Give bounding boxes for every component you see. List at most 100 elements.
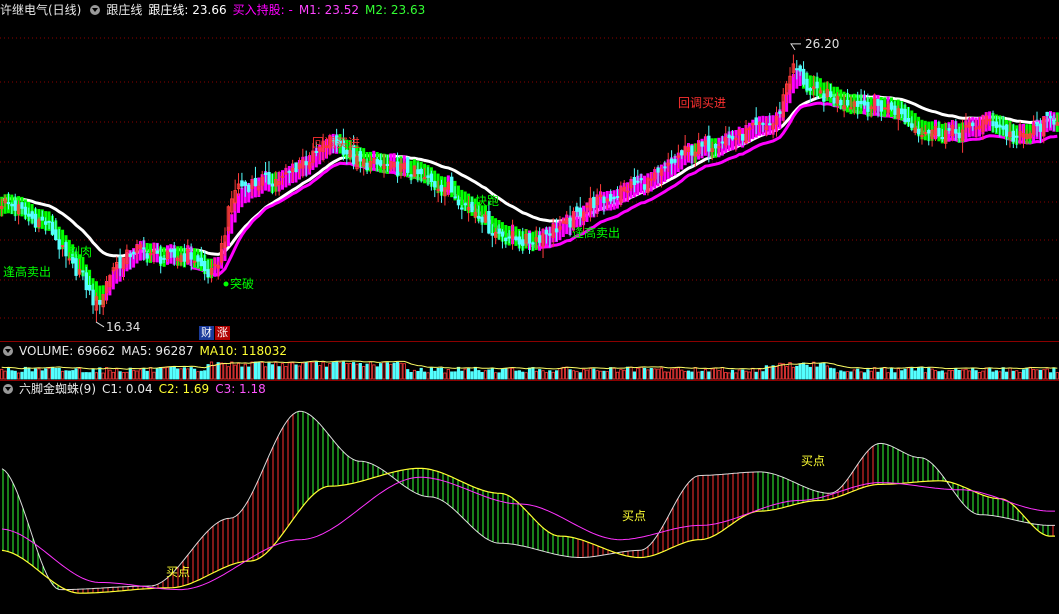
volume-bar — [91, 368, 95, 380]
volume-bar — [889, 367, 894, 380]
candle-body — [67, 258, 72, 261]
volume-bar — [294, 364, 298, 380]
candle-body — [625, 190, 630, 193]
volume-bar — [1045, 368, 1049, 380]
volume-bar — [998, 371, 1002, 380]
candle-body — [450, 176, 454, 193]
c2-line — [1, 410, 1055, 591]
volume-bar — [37, 368, 41, 380]
candle-body — [866, 101, 870, 112]
candle-body — [734, 137, 738, 140]
candle-body — [937, 127, 941, 137]
volume-bar — [869, 370, 873, 380]
volume-bar — [957, 369, 961, 380]
annotation-pullback-buy-1: 回调买进 — [312, 136, 360, 150]
volume-bar — [67, 370, 71, 380]
volume-bar — [1018, 371, 1022, 380]
volume-bar — [981, 370, 985, 380]
candle-body — [284, 172, 288, 175]
volume-bar — [555, 370, 559, 380]
trend-band-bar — [230, 214, 234, 234]
volume-bar — [829, 367, 833, 380]
volume-bar — [274, 362, 278, 380]
volume-bar — [175, 368, 180, 380]
candle-body — [889, 102, 894, 110]
volume-bar — [375, 366, 379, 380]
finance-badge[interactable]: 财 — [199, 326, 214, 340]
volume-bar — [781, 363, 785, 380]
candle-body — [730, 135, 735, 140]
candle-body — [690, 145, 694, 156]
price-chart[interactable]: 26.2016.34逢高卖出割肉突破回调买进快跑逢高卖出回调买进 — [0, 0, 1059, 341]
rise-badge[interactable]: 涨 — [215, 326, 230, 340]
volume-bar — [727, 372, 731, 380]
volume-bar — [456, 366, 461, 380]
volume-bar — [355, 363, 359, 380]
volume-bar — [818, 362, 823, 380]
candle-body — [636, 180, 640, 183]
volume-bar — [142, 368, 146, 380]
volume-bar — [954, 368, 958, 380]
volume-chart[interactable] — [0, 342, 1059, 380]
volume-bar — [392, 362, 396, 380]
candle-body — [365, 162, 369, 170]
volume-bar — [514, 370, 518, 380]
candle-body — [720, 141, 725, 144]
volume-bar — [774, 365, 779, 380]
volume-bar — [50, 367, 55, 380]
candle-body — [876, 99, 880, 106]
volume-bar — [643, 367, 647, 380]
candle-body — [263, 172, 268, 176]
candle-body — [182, 253, 187, 262]
candle-body — [504, 237, 508, 242]
volume-bar — [487, 369, 491, 380]
volume-bar — [822, 362, 826, 380]
volume-bar — [1008, 367, 1012, 380]
volume-bar — [61, 370, 65, 380]
volume-bar — [473, 366, 478, 380]
volume-bar — [429, 367, 434, 380]
volume-bar — [101, 372, 105, 380]
candle-body — [544, 229, 549, 235]
volume-bar — [971, 368, 975, 380]
spider-chart[interactable]: 买点买点买点 — [0, 381, 1059, 614]
candle-body — [741, 133, 745, 141]
volume-bar — [1011, 370, 1015, 380]
candle-body — [477, 215, 481, 219]
candle-body — [916, 128, 921, 135]
volume-bar — [115, 368, 119, 380]
volume-bar — [866, 369, 870, 380]
volume-bar — [659, 367, 664, 380]
candle-body — [199, 257, 204, 267]
high-price-label: 26.20 — [805, 37, 839, 51]
candle-body — [612, 197, 616, 200]
volume-bar — [84, 372, 88, 380]
candle-body — [155, 250, 160, 254]
volume-bar — [338, 362, 342, 380]
volume-bar — [544, 372, 549, 380]
volume-bar — [808, 366, 812, 380]
volume-bar — [450, 371, 454, 380]
volume-bar — [480, 371, 484, 380]
candle-body — [57, 239, 61, 250]
volume-bar — [741, 369, 745, 380]
volume-pane: VOLUME: 69662 MA5: 96287 MA10: 118032 — [0, 342, 1059, 380]
volume-bar — [737, 369, 741, 380]
candle-body — [50, 221, 55, 235]
volume-bar — [443, 372, 447, 380]
candle-body — [280, 175, 285, 178]
volume-bar — [155, 368, 159, 380]
annotation-cut-meat: 割肉 — [68, 244, 92, 259]
volume-bar — [54, 367, 58, 380]
candle-body — [954, 129, 958, 134]
volume-bar — [846, 371, 850, 380]
volume-bar — [148, 367, 153, 380]
candle-body — [910, 123, 914, 128]
volume-bar — [896, 368, 900, 380]
volume-bar — [812, 361, 816, 380]
candle-body — [385, 163, 390, 166]
candle-body — [656, 167, 660, 173]
volume-bar — [165, 366, 170, 380]
candle-body — [470, 201, 474, 213]
volume-bar — [30, 371, 34, 380]
